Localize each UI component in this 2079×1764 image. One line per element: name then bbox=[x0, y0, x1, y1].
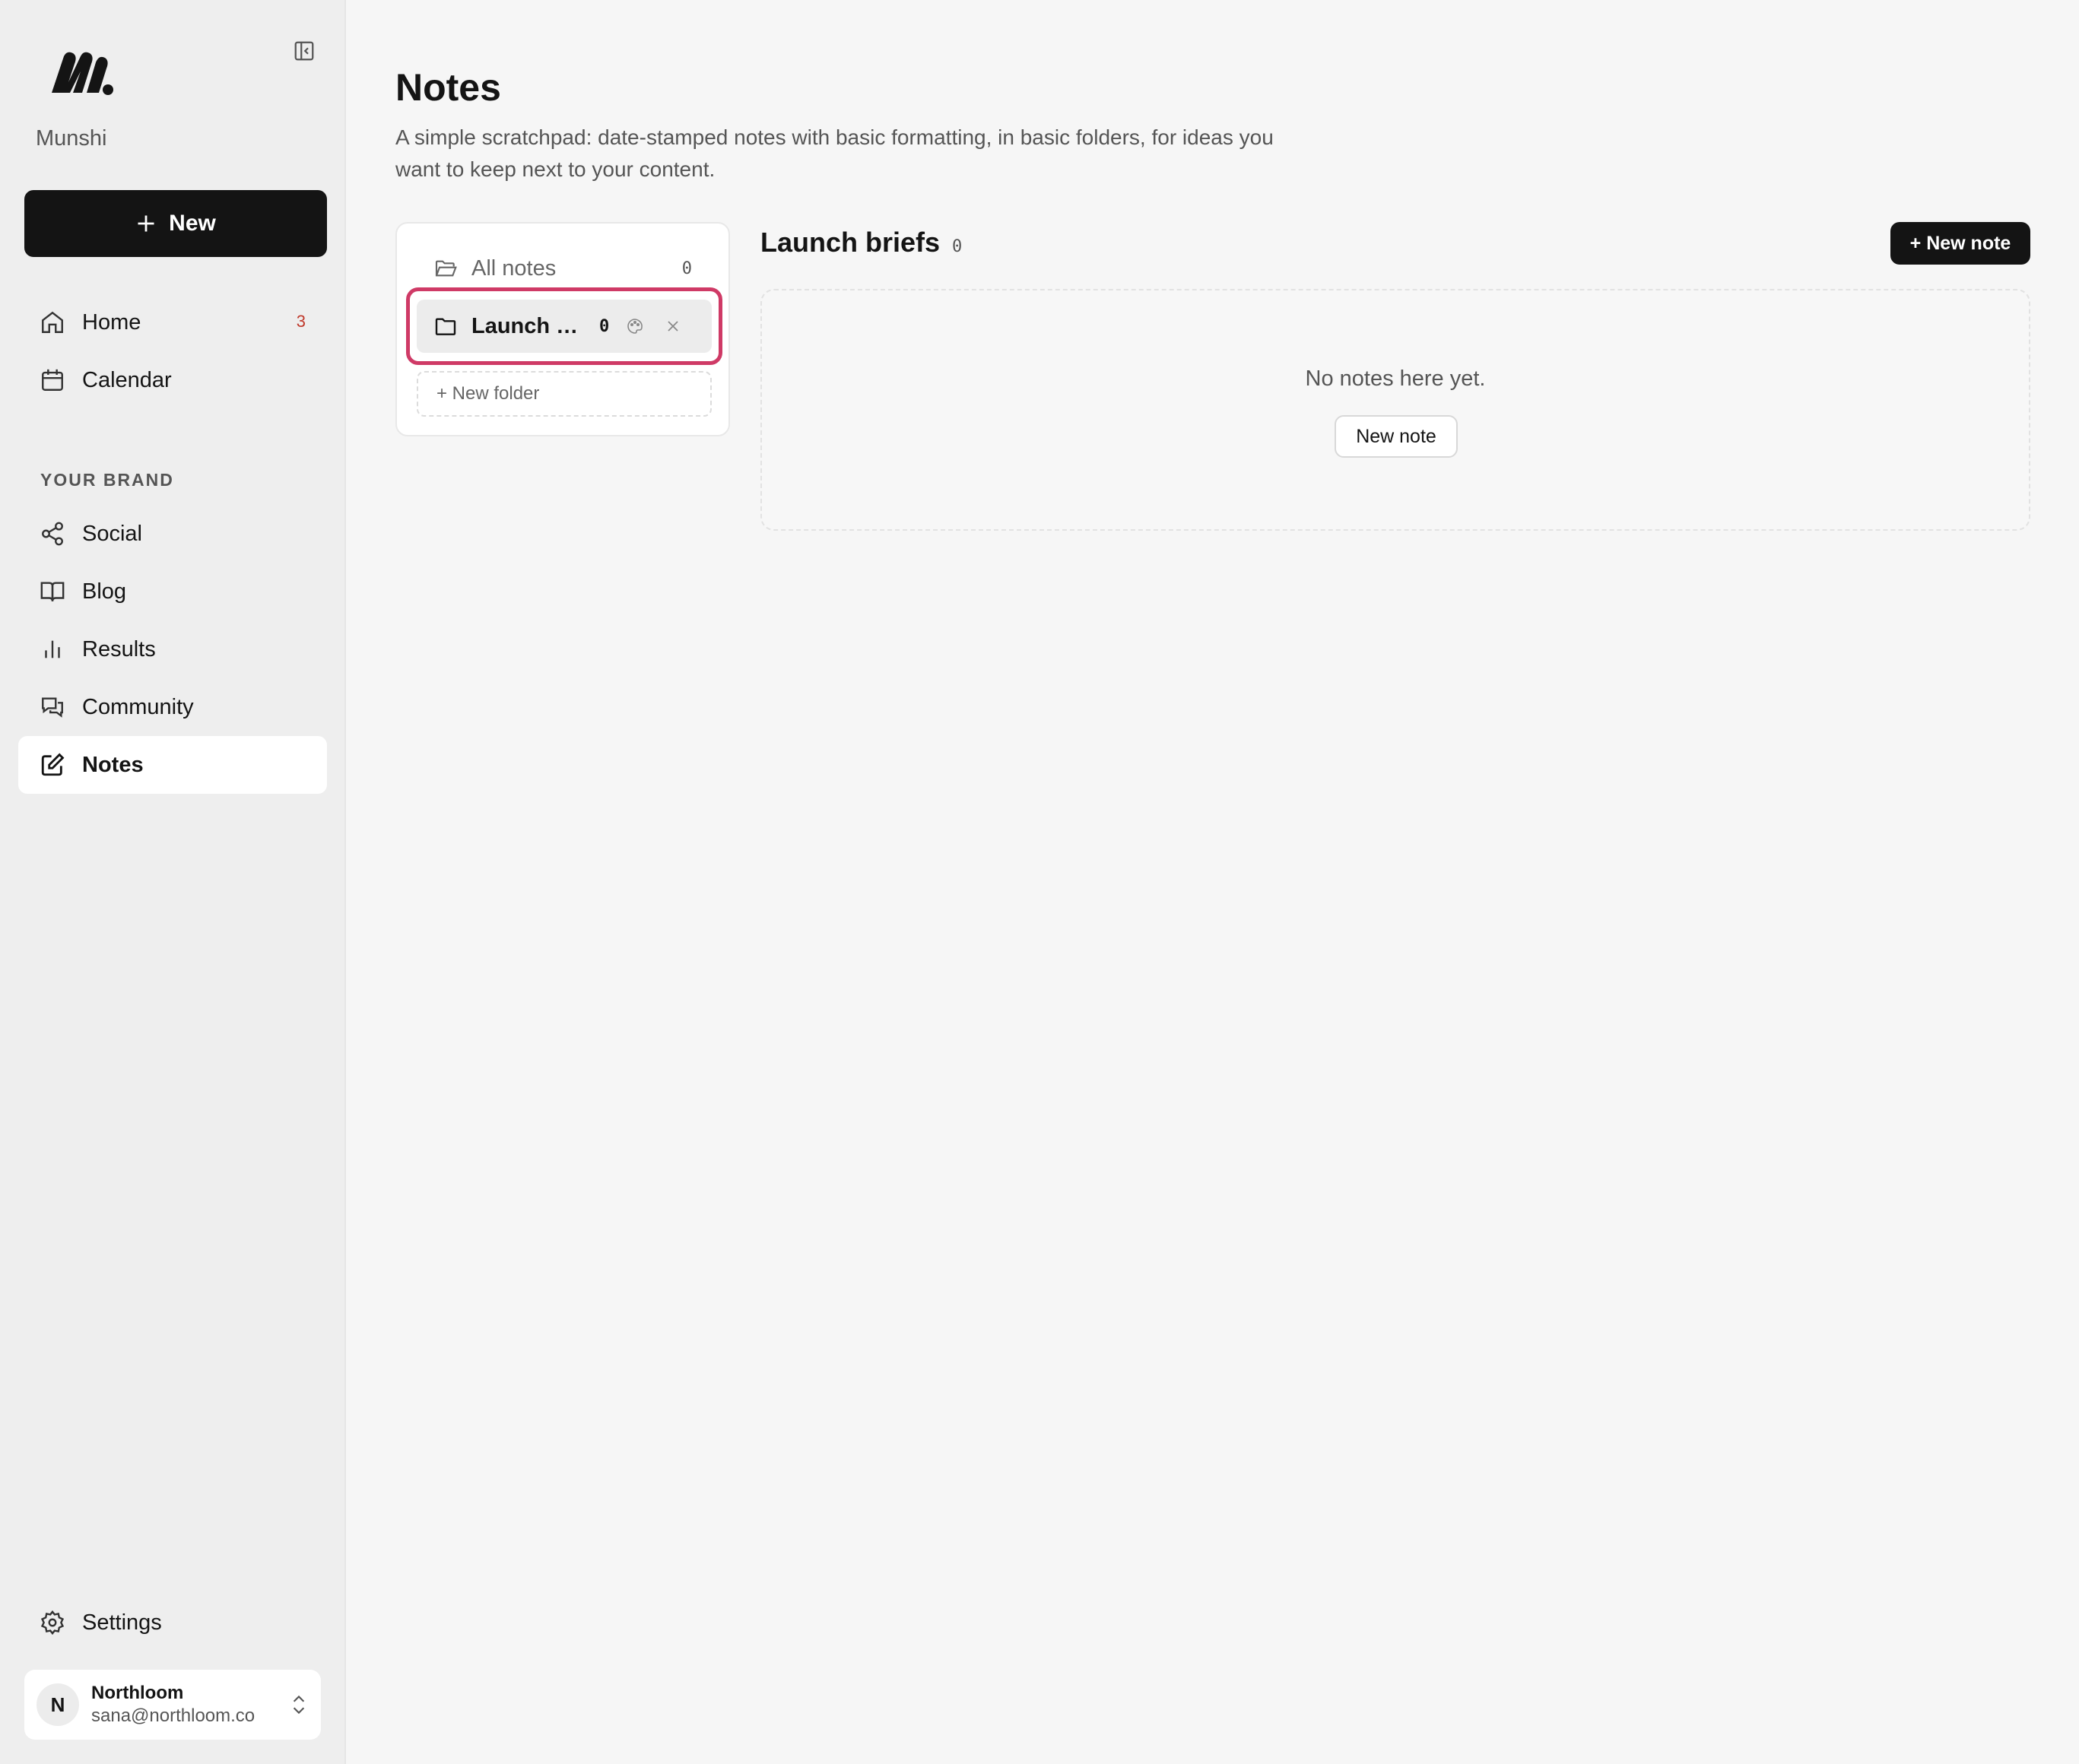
home-icon bbox=[42, 311, 63, 333]
nav-label-calendar: Calendar bbox=[82, 367, 172, 392]
account-info: Northloom sana@northloom.co bbox=[91, 1682, 255, 1728]
new-folder-button[interactable]: + New folder bbox=[417, 371, 712, 417]
page-description: A simple scratchpad: date-stamped notes … bbox=[395, 125, 1274, 181]
nav-item-blog[interactable]: Blog bbox=[18, 563, 327, 620]
folder-selected-count: 0 bbox=[599, 316, 610, 336]
edit-icon bbox=[41, 753, 65, 776]
new-button[interactable]: New bbox=[24, 190, 327, 257]
nav-item-results[interactable]: Results bbox=[18, 620, 327, 678]
nav-label-blog: Blog bbox=[82, 579, 127, 604]
folder-all-count: 0 bbox=[681, 259, 692, 278]
nav-label-settings: Settings bbox=[82, 1610, 162, 1635]
nav-item-home[interactable]: Home 3 bbox=[18, 293, 327, 351]
nav-label-notes: Notes bbox=[82, 752, 144, 777]
folder-icon bbox=[435, 318, 456, 335]
close-icon bbox=[668, 321, 678, 332]
avatar: N bbox=[37, 1683, 79, 1726]
section-label-your-brand: YOUR BRAND bbox=[40, 470, 174, 490]
nav-label-social: Social bbox=[82, 521, 142, 546]
book-icon bbox=[40, 582, 65, 601]
chevron-up-down-icon bbox=[293, 1695, 305, 1715]
sidebar-collapse-icon bbox=[294, 41, 314, 61]
folder-panel: All notes 0 Launch b... 0 + New folder bbox=[395, 222, 730, 436]
nav-label-community: Community bbox=[82, 694, 194, 719]
nav-item-community[interactable]: Community bbox=[18, 678, 327, 736]
empty-state: No notes here yet. New note bbox=[760, 289, 2030, 531]
folder-view-count: 0 bbox=[952, 237, 963, 256]
folder-launch-briefs[interactable]: Launch b... 0 bbox=[417, 300, 712, 353]
palette-icon bbox=[627, 319, 643, 334]
bar-chart-icon bbox=[45, 640, 60, 658]
account-email: sana@northloom.co bbox=[91, 1705, 256, 1726]
calendar-icon bbox=[42, 369, 63, 391]
nav-item-notes[interactable]: Notes bbox=[18, 736, 327, 794]
gear-icon bbox=[40, 1610, 65, 1636]
folder-delete-button[interactable] bbox=[661, 314, 685, 338]
nav-item-social[interactable]: Social bbox=[18, 505, 327, 563]
page-title: Notes bbox=[395, 66, 501, 109]
empty-state-text: No notes here yet. bbox=[1305, 366, 1486, 391]
new-note-button[interactable]: + New note bbox=[1890, 222, 2030, 265]
empty-new-note-button[interactable]: New note bbox=[1335, 415, 1458, 458]
plus-icon bbox=[138, 215, 154, 232]
home-count-badge: 3 bbox=[296, 312, 306, 331]
account-switcher[interactable]: N Northloom sana@northloom.co bbox=[24, 1670, 321, 1740]
folder-all-notes[interactable]: All notes 0 bbox=[417, 242, 712, 295]
folder-open-icon bbox=[435, 260, 457, 277]
munshi-logo bbox=[52, 52, 113, 95]
nav-item-calendar[interactable]: Calendar bbox=[18, 351, 327, 409]
folder-view-title: Launch briefs 0 bbox=[760, 227, 962, 259]
brand-name: Munshi bbox=[36, 126, 107, 151]
sidebar: Munshi New Home 3 Calendar YOUR BRAND So… bbox=[0, 0, 346, 1764]
chat-icon bbox=[42, 697, 63, 718]
folder-all-label: All notes bbox=[471, 255, 557, 281]
account-name: Northloom bbox=[91, 1683, 184, 1703]
share-icon bbox=[42, 522, 63, 546]
new-button-label: New bbox=[169, 211, 216, 236]
collapse-sidebar-button[interactable] bbox=[291, 38, 317, 64]
folder-view-name: Launch briefs bbox=[760, 227, 941, 258]
nav-label-home: Home bbox=[82, 309, 141, 335]
nav-label-results: Results bbox=[82, 636, 156, 662]
folder-selected-label: Launch b... bbox=[471, 313, 586, 338]
folder-color-button[interactable] bbox=[623, 314, 647, 338]
nav-item-settings[interactable]: Settings bbox=[18, 1594, 327, 1651]
